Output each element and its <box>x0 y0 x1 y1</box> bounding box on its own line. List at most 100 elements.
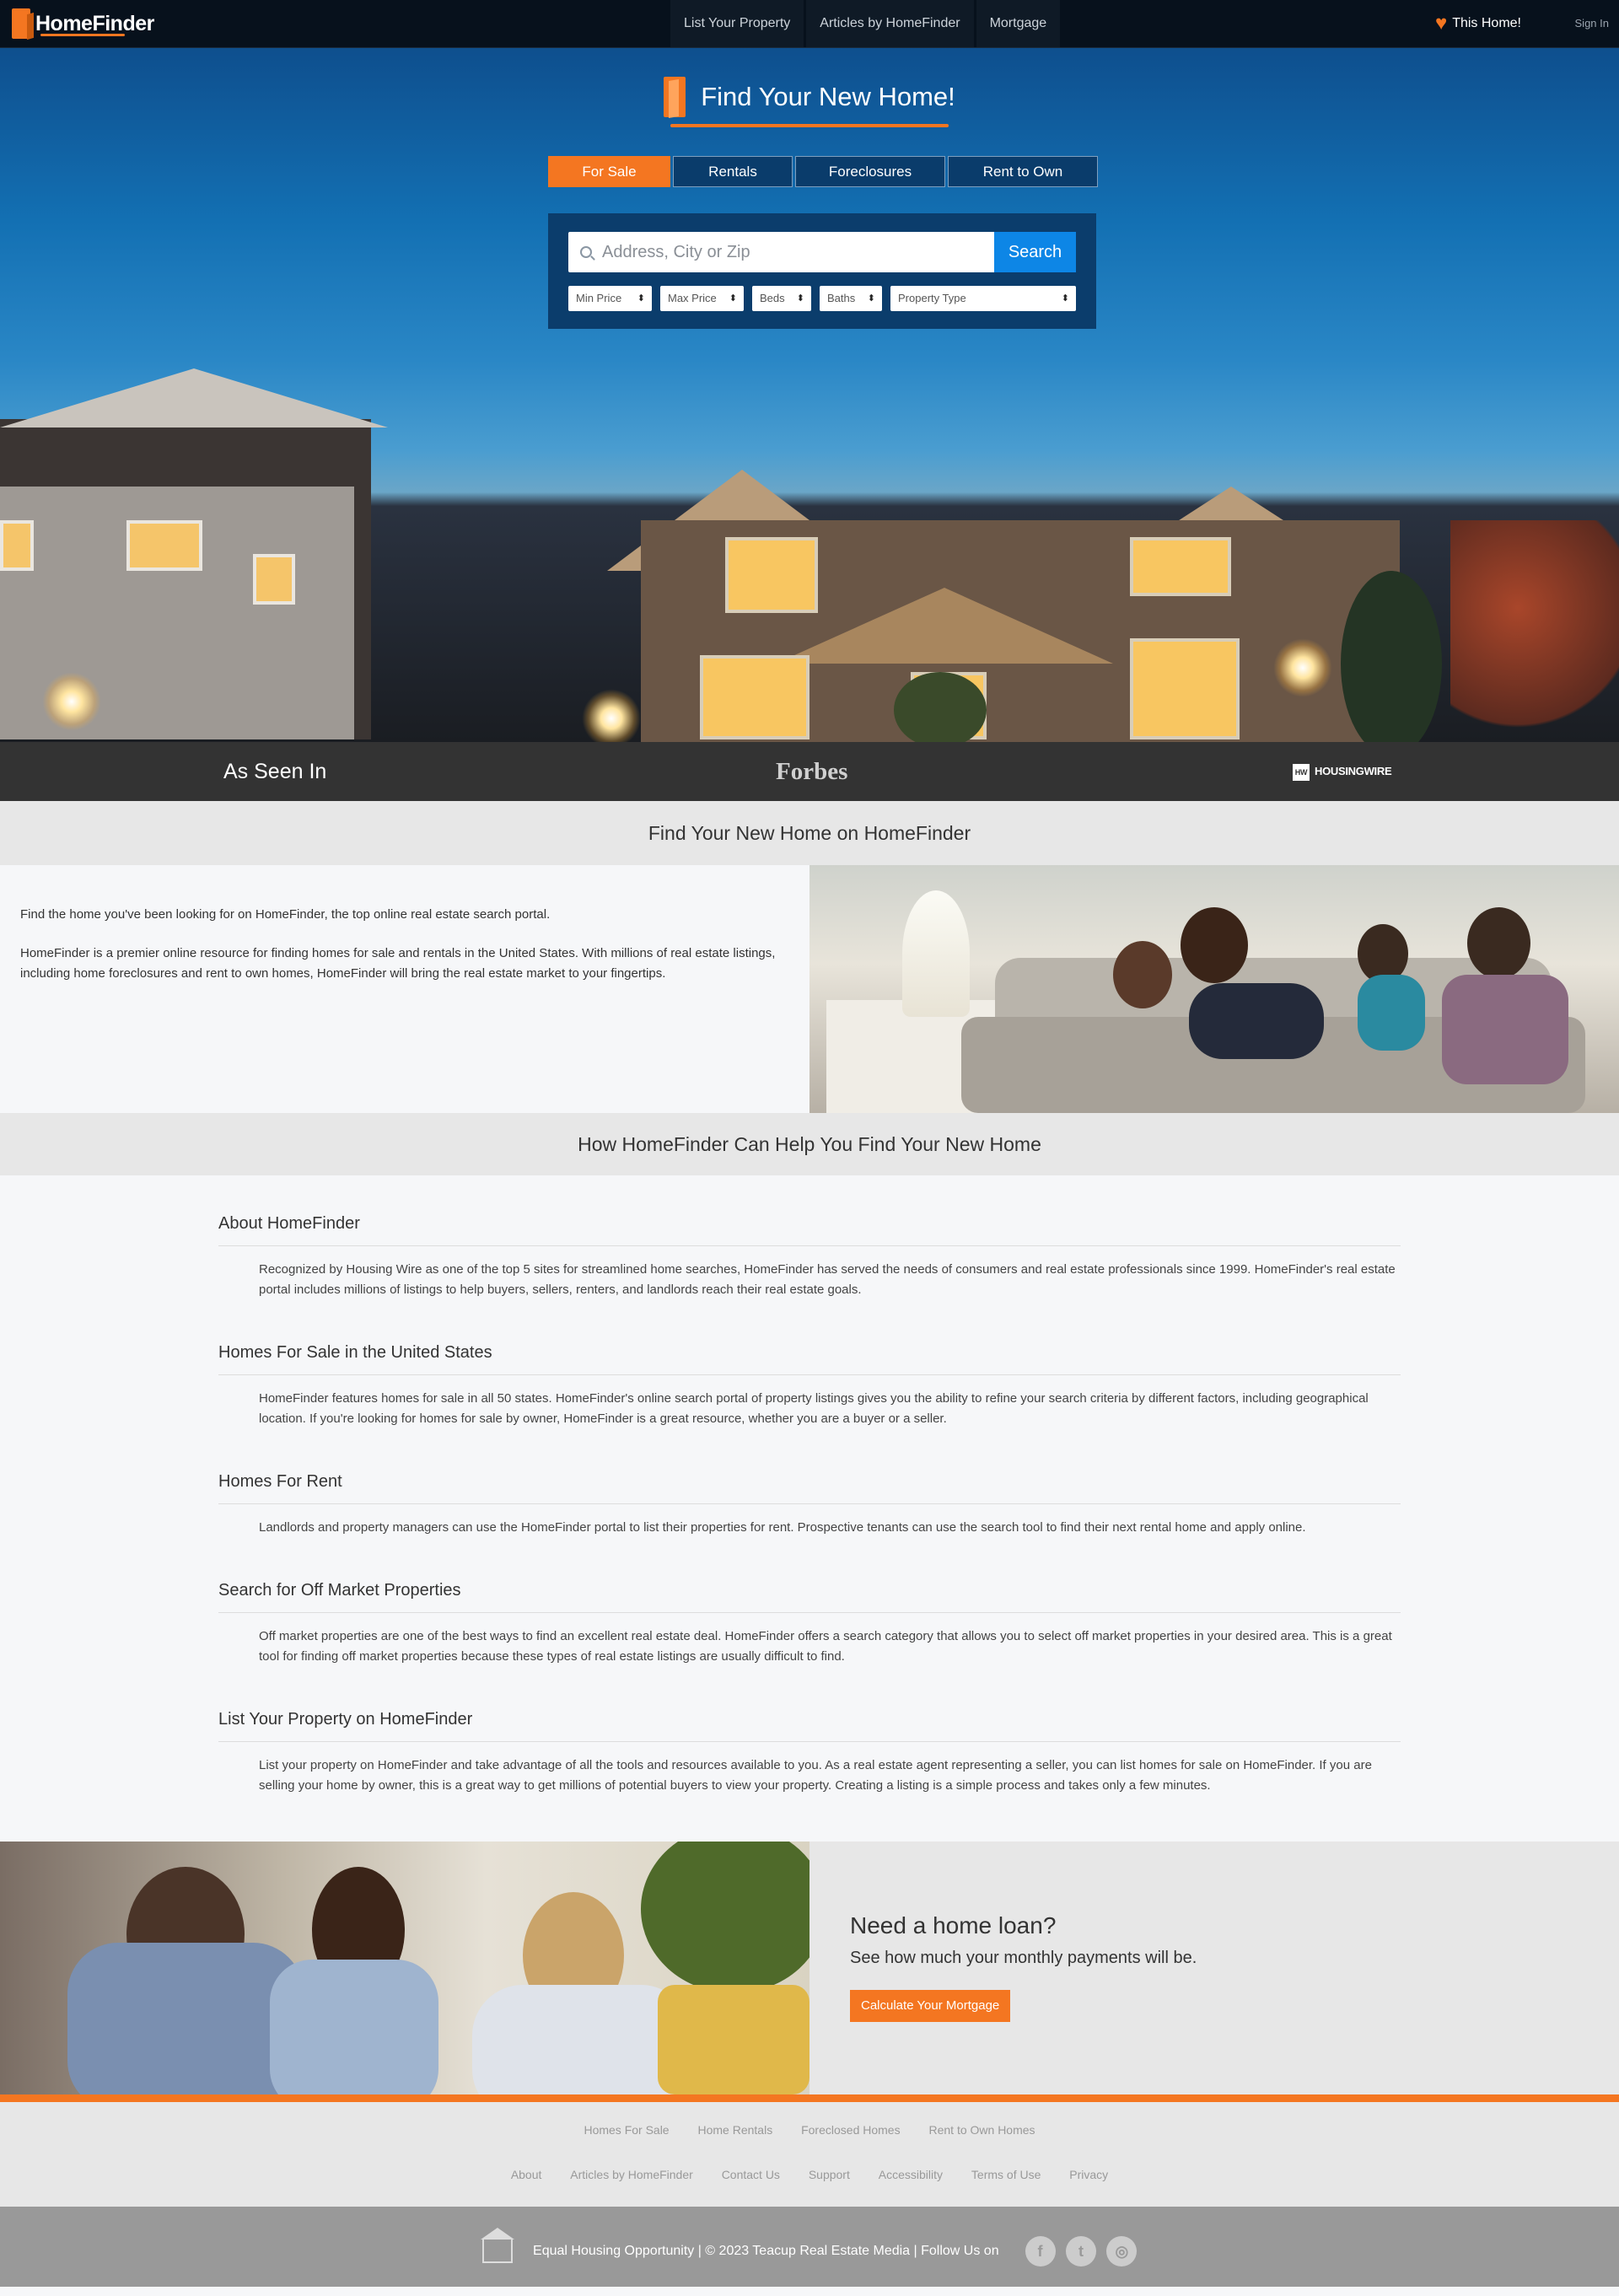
instagram-icon[interactable]: ◎ <box>1106 2235 1138 2266</box>
help-section-title: List Your Property on HomeFinder <box>218 1710 1401 1742</box>
sign-in-link[interactable]: Sign In <box>1575 0 1609 47</box>
footer-bottom-row: Equal Housing Opportunity | © 2023 Teacu… <box>0 2207 1619 2296</box>
housingwire-logo: HW HOUSINGWIRE <box>1293 742 1392 801</box>
help-section-text: List your property on HomeFinder and tak… <box>259 1758 1372 1793</box>
forbes-logo: Forbes <box>776 758 848 785</box>
hero-section: Find Your New Home! For Sale Rentals For… <box>0 48 1619 742</box>
equal-housing-icon <box>480 2227 514 2263</box>
footer-link[interactable]: Homes For Sale <box>584 2123 669 2137</box>
nav-list-property[interactable]: List Your Property <box>670 0 804 47</box>
intro-text: Find the home you've been looking for on… <box>20 905 796 1003</box>
footer-link[interactable]: Privacy <box>1069 2168 1108 2181</box>
housingwire-badge: HW <box>1293 763 1310 781</box>
as-seen-in-bar: As Seen In Forbes HW HOUSINGWIRE <box>0 742 1619 801</box>
footer-link[interactable]: Terms of Use <box>971 2168 1041 2181</box>
footer-link[interactable]: Rent to Own Homes <box>928 2123 1035 2137</box>
favorites-link[interactable]: ♥ This Home! <box>1435 0 1521 47</box>
search-input[interactable] <box>602 242 973 262</box>
tree <box>1341 571 1442 742</box>
baths-select[interactable]: Baths <box>820 286 882 311</box>
calculate-mortgage-button[interactable]: Calculate Your Mortgage <box>850 1990 1011 2022</box>
house-window <box>1130 638 1240 739</box>
heart-icon: ♥ <box>1434 12 1448 35</box>
tree <box>894 672 987 742</box>
pillow <box>658 1985 810 2094</box>
help-section: List Your Property on HomeFinder List yo… <box>218 1710 1401 1796</box>
footer-link[interactable]: Contact Us <box>722 2168 780 2181</box>
min-price-select[interactable]: Min Price <box>568 286 652 311</box>
beds-select[interactable]: Beds <box>752 286 811 311</box>
footer-link[interactable]: Accessibility <box>879 2168 943 2181</box>
facebook-icon[interactable]: f <box>1025 2235 1056 2266</box>
property-type-select[interactable]: Property Type <box>890 286 1076 311</box>
search-icon <box>580 246 592 258</box>
help-heading: How HomeFinder Can Help You Find Your Ne… <box>0 1113 1619 1175</box>
brand-underline <box>40 34 125 36</box>
person <box>1113 941 1172 1008</box>
help-section-title: About HomeFinder <box>218 1214 1401 1246</box>
footer-link[interactable]: Foreclosed Homes <box>801 2123 901 2137</box>
loan-panel: Need a home loan? See how much your mont… <box>810 1842 1619 2094</box>
help-section: Search for Off Market Properties Off mar… <box>218 1581 1401 1667</box>
door-logo-icon <box>664 77 686 117</box>
footer-accent-bar <box>0 2094 1619 2102</box>
footer-link[interactable]: Home Rentals <box>698 2123 773 2137</box>
person <box>1189 983 1324 1059</box>
help-section-text: Off market properties are one of the bes… <box>259 1629 1392 1664</box>
help-section-text: Recognized by Housing Wire as one of the… <box>259 1262 1396 1297</box>
nav-articles[interactable]: Articles by HomeFinder <box>806 0 974 47</box>
help-section-title: Search for Off Market Properties <box>218 1581 1401 1613</box>
loan-subtitle: See how much your monthly payments will … <box>850 1949 1197 1967</box>
help-section: About HomeFinder Recognized by Housing W… <box>218 1214 1401 1300</box>
house-window <box>253 554 295 605</box>
house-window <box>725 537 818 613</box>
search-tabs: For Sale Rentals Foreclosures Rent to Ow… <box>548 156 1100 187</box>
help-section: Homes For Rent Landlords and property ma… <box>218 1472 1401 1538</box>
search-box: Search Min Price Max Price Beds Baths Pr… <box>548 213 1096 329</box>
help-section-text: Landlords and property managers can use … <box>259 1520 1306 1535</box>
housingwire-logo-text: HOUSINGWIRE <box>1315 765 1392 777</box>
footer-link[interactable]: Support <box>809 2168 850 2181</box>
person <box>1181 907 1248 983</box>
porch-light <box>582 689 641 742</box>
door-logo-icon <box>12 8 30 39</box>
person <box>1358 975 1425 1051</box>
footer-bottom: Equal Housing Opportunity | © 2023 Teacu… <box>0 2207 1619 2287</box>
search-button[interactable]: Search <box>994 232 1076 272</box>
house-window <box>126 520 202 571</box>
top-navigation: HomeFinder List Your Property Articles b… <box>0 0 1619 48</box>
porch-light <box>1273 638 1332 697</box>
help-section-title: Homes For Sale in the United States <box>218 1343 1401 1375</box>
favorites-label: This Home! <box>1452 16 1521 30</box>
intro-paragraph: Find the home you've been looking for on… <box>20 907 551 922</box>
max-price-select[interactable]: Max Price <box>660 286 744 311</box>
footer-link[interactable]: Articles by HomeFinder <box>570 2168 693 2181</box>
intro-heading: Find Your New Home on HomeFinder <box>0 801 1619 865</box>
help-section: Homes For Sale in the United States Home… <box>218 1343 1401 1429</box>
footer-row-2: About Articles by HomeFinder Contact Us … <box>0 2168 1619 2181</box>
tab-rentals[interactable]: Rentals <box>673 156 793 187</box>
footer-link[interactable]: About <box>511 2168 542 2181</box>
as-seen-in-label: As Seen In <box>223 760 327 783</box>
person <box>1467 907 1530 979</box>
footer-row-1: Homes For Sale Home Rentals Foreclosed H… <box>0 2123 1619 2137</box>
person <box>67 1943 304 2094</box>
footer-links: Homes For Sale Home Rentals Foreclosed H… <box>0 2102 1619 2207</box>
tab-foreclosures[interactable]: Foreclosures <box>795 156 945 187</box>
help-section-title: Homes For Rent <box>218 1472 1401 1504</box>
tab-rent-to-own[interactable]: Rent to Own <box>948 156 1098 187</box>
brand-name: HomeFinder <box>35 11 154 35</box>
hero-title-text: Find Your New Home! <box>701 82 955 111</box>
nav-mortgage[interactable]: Mortgage <box>976 0 1061 47</box>
hero-title-underline <box>670 124 949 127</box>
lamp <box>902 890 970 1017</box>
house-window <box>700 655 810 739</box>
house-window <box>0 520 34 571</box>
twitter-icon[interactable]: t <box>1065 2235 1096 2266</box>
tab-for-sale[interactable]: For Sale <box>548 156 670 187</box>
search-filters: Min Price Max Price Beds Baths Property … <box>568 286 1084 311</box>
loan-photo <box>0 1842 810 2094</box>
search-input-wrapper <box>568 232 994 272</box>
person <box>270 1960 438 2094</box>
tree <box>1450 520 1619 739</box>
